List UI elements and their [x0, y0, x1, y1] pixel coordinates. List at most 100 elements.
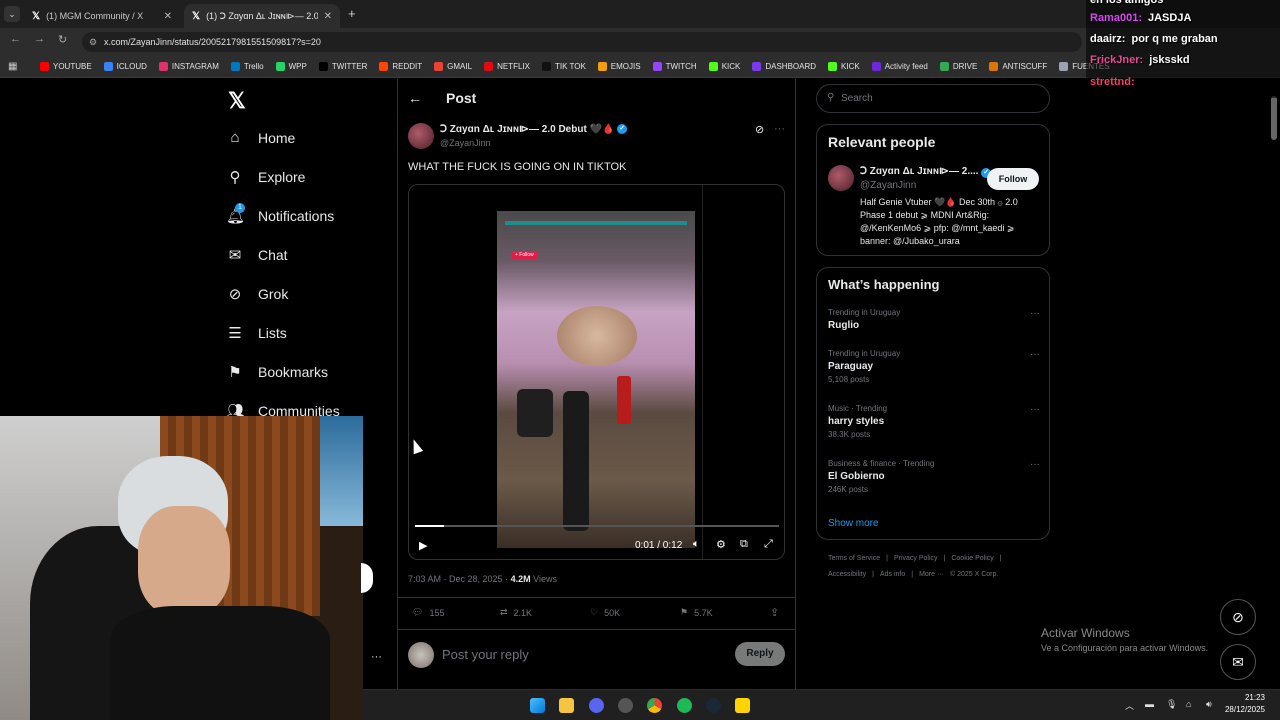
author-handle[interactable]: @ZayanJinn	[440, 138, 491, 148]
repost-button[interactable]: ⇄ 2.1K	[500, 607, 532, 618]
sidebar-item-chat[interactable]: ✉ Chat	[226, 246, 288, 264]
grok-icon[interactable]: ⊘	[755, 123, 764, 136]
obs-icon[interactable]	[618, 698, 633, 713]
bookmark-item[interactable]: TWITCH	[647, 62, 703, 71]
bookmark-item[interactable]: KICK	[822, 62, 866, 71]
more-link[interactable]: More ···	[919, 571, 944, 578]
close-tab-icon[interactable]: ✕	[164, 11, 172, 22]
video-player[interactable]: + Follow ▶ 0:01 / 0:12 🔈︎ ⚙ ⧉ ⤢	[408, 184, 785, 560]
more-options-icon[interactable]: ···	[774, 123, 785, 135]
bookmark-item[interactable]: EMOJIS	[592, 62, 647, 71]
bookmark-item[interactable]: ANTISCUFF	[983, 62, 1053, 71]
clock-date[interactable]: 28/12/2025	[1218, 705, 1265, 714]
bookmark-item[interactable]: YOUTUBE	[34, 62, 98, 71]
close-tab-icon[interactable]: ✕	[324, 11, 332, 22]
new-tab-button[interactable]: +	[348, 6, 356, 21]
trend-item[interactable]: Music · Trending harry styles 38.3K posts ·…	[828, 404, 1040, 439]
sidebar-item-grok[interactable]: ⊘ Grok	[226, 285, 289, 303]
person-avatar[interactable]	[828, 165, 854, 191]
reply-button[interactable]: Reply	[735, 642, 785, 666]
reload-icon[interactable]: ↻	[58, 33, 67, 46]
sticky-notes-icon[interactable]	[735, 698, 750, 713]
bookmark-item[interactable]: TIK TOK	[536, 62, 592, 71]
video-progress-track[interactable]	[415, 525, 779, 527]
browser-tab-2[interactable]: 𝕏 (1) Ↄ Zɑyɑn Δʟ Jɪɴɴ⧐— 2.0 Debut ✕	[184, 4, 340, 28]
trend-item[interactable]: Trending in Uruguay Ruglio ···	[828, 308, 1040, 331]
terms-link[interactable]: Terms of Service	[828, 555, 880, 562]
bookmark-favicon-icon	[1059, 62, 1069, 71]
spotify-icon[interactable]	[677, 698, 692, 713]
fullscreen-icon[interactable]: ⤢	[764, 538, 773, 551]
show-more-link[interactable]: Show more	[828, 518, 879, 529]
apps-grid-icon[interactable]: ▦	[8, 61, 17, 72]
reply-input[interactable]: Post your reply	[442, 647, 529, 662]
tray-chevron-icon[interactable]: ︿	[1125, 699, 1134, 712]
accessibility-link[interactable]: Accessibility	[828, 571, 866, 578]
bookmark-item[interactable]: Activity feed	[866, 62, 934, 71]
trend-more-icon[interactable]: ···	[1030, 308, 1040, 319]
trend-item[interactable]: Trending in Uruguay Paraguay 5,108 posts ··…	[828, 349, 1040, 384]
back-icon[interactable]: ←	[10, 33, 21, 45]
bookmark-item[interactable]: TWITTER	[313, 62, 374, 71]
bookmark-item[interactable]: WPP	[270, 62, 313, 71]
author-avatar[interactable]	[408, 123, 434, 149]
trend-more-icon[interactable]: ···	[1030, 459, 1040, 470]
account-more-icon[interactable]: ···	[371, 651, 382, 663]
privacy-link[interactable]: Privacy Policy	[894, 555, 938, 562]
author-name[interactable]: Ↄ Zɑyɑn Δʟ Jɪɴɴ⧐— 2.0 Debut 🖤🩸 ✓	[440, 124, 628, 135]
reply-count-button[interactable]: 💬︎ 155	[412, 607, 444, 618]
forward-icon[interactable]: →	[34, 33, 45, 45]
x-logo-icon[interactable]: 𝕏	[228, 88, 246, 114]
sidebar-item-notifications[interactable]: 🔔︎ 1 Notifications	[226, 203, 334, 225]
site-info-icon[interactable]: ⚙	[89, 32, 97, 52]
relevant-people-title: Relevant people	[828, 134, 936, 150]
grok-float-icon[interactable]: ⊘	[1220, 599, 1256, 635]
sidebar-item-explore[interactable]: ⚲ Explore	[226, 168, 306, 186]
bookmark-item[interactable]: NETFLIX	[478, 62, 536, 71]
bookmark-button[interactable]: ⚑ 5.7K	[680, 607, 713, 618]
discord-icon[interactable]	[589, 698, 604, 713]
browser-tab-1[interactable]: 𝕏 (1) MGM Community / X ✕	[24, 4, 180, 28]
picture-in-picture-icon[interactable]: ⧉	[740, 538, 748, 551]
trend-more-icon[interactable]: ···	[1030, 349, 1040, 360]
search-input[interactable]: ⚲ Search	[816, 84, 1050, 113]
follow-button[interactable]: Follow	[987, 168, 1039, 190]
tab-search-button[interactable]: ⌄	[4, 6, 20, 22]
clock-time[interactable]: 21:23	[1225, 693, 1265, 702]
bookmark-item[interactable]: DASHBOARD	[746, 62, 822, 71]
bookmark-item[interactable]: KICK	[703, 62, 747, 71]
steam-icon[interactable]	[706, 698, 721, 713]
like-button[interactable]: ♡ 50K	[590, 607, 620, 618]
cookie-link[interactable]: Cookie Policy	[951, 555, 993, 562]
messages-float-icon[interactable]: ✉	[1220, 644, 1256, 680]
microphone-icon[interactable]: 🎙︎	[1166, 699, 1177, 710]
bookmark-item[interactable]: GMAIL	[428, 62, 478, 71]
network-icon[interactable]: ⌂	[1186, 699, 1191, 709]
bookmark-item[interactable]: INSTAGRAM	[153, 62, 225, 71]
play-icon[interactable]: ▶	[419, 539, 427, 552]
ads-info-link[interactable]: Ads info	[880, 571, 905, 578]
sidebar-item-bookmarks[interactable]: ⚑ Bookmarks	[226, 363, 328, 381]
share-icon[interactable]: ⇪	[770, 606, 779, 619]
tray-flag-icon[interactable]: ▬	[1145, 699, 1154, 709]
page-scrollbar[interactable]	[1271, 96, 1277, 140]
person-handle[interactable]: @ZayanJinn	[860, 180, 916, 191]
speaker-icon[interactable]: 🔊︎	[1206, 699, 1212, 710]
address-bar[interactable]: ⚙ x.com/ZayanJinn/status/200521798155150…	[82, 32, 1082, 52]
settings-gear-icon[interactable]: ⚙	[716, 538, 726, 551]
volume-icon[interactable]: 🔈︎	[693, 538, 700, 551]
bookmark-item[interactable]: REDDIT	[373, 62, 428, 71]
start-icon[interactable]	[530, 698, 545, 713]
person-name[interactable]: Ↄ Zɑyɑn Δʟ Jɪɴɴ⧐— 2.... ✓	[860, 166, 992, 178]
bookmark-item[interactable]: Trello	[225, 62, 270, 71]
trend-item[interactable]: Business & finance · Trending El Gobierno…	[828, 459, 1040, 494]
bookmark-item[interactable]: DRIVE	[934, 62, 983, 71]
trend-more-icon[interactable]: ···	[1030, 404, 1040, 415]
chrome-icon[interactable]	[647, 698, 662, 713]
bookmark-item[interactable]: ICLOUD	[98, 62, 153, 71]
sidebar-item-home[interactable]: ⌂ Home	[226, 129, 295, 146]
back-arrow-icon[interactable]: ←	[408, 90, 422, 106]
bookmark-favicon-icon	[541, 62, 551, 71]
file-explorer-icon[interactable]	[559, 698, 574, 713]
sidebar-item-lists[interactable]: ☰ Lists	[226, 324, 287, 342]
